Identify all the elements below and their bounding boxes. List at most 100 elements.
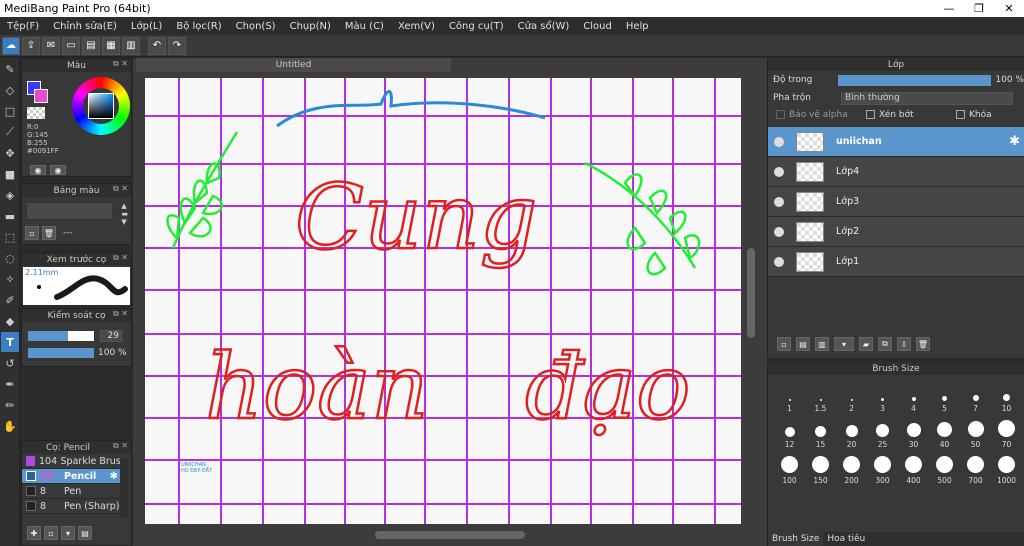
color-wheel[interactable] <box>72 77 130 135</box>
folder-icon[interactable]: ▰ <box>859 337 873 351</box>
menu-tools[interactable]: Công cụ(T) <box>442 21 511 32</box>
brush-list-scrollbar[interactable] <box>120 458 128 518</box>
brush-settings-icon[interactable]: ▤ <box>78 526 92 540</box>
brush-opacity-slider[interactable] <box>28 348 94 358</box>
new-layer-icon[interactable]: ▫ <box>777 337 791 351</box>
brush-item-sparkle[interactable]: 104 Sparkle Brush <box>22 454 120 469</box>
brush-size-option[interactable]: 5 <box>929 379 960 415</box>
select-pen-tool-icon[interactable]: ✐ <box>1 290 19 310</box>
magic-wand-tool-icon[interactable]: ✧ <box>1 269 19 289</box>
brush-size-option[interactable]: 10 <box>991 379 1022 415</box>
page-icon[interactable]: ▤ <box>82 36 100 55</box>
brush-size-option[interactable]: 20 <box>836 415 867 451</box>
brush-size-slider[interactable] <box>28 331 94 341</box>
add-brush-icon[interactable]: ✚ <box>27 526 41 540</box>
drawing-canvas[interactable]: Cung hoàn đạo UNIICHAN HỌ ĐẸP ĐẤT <box>145 78 741 524</box>
new-8bit-layer-icon[interactable]: ▥ <box>815 337 829 351</box>
grid-icon[interactable]: ▥ <box>122 36 140 55</box>
eraser-tool-icon[interactable]: ◇ <box>1 80 19 100</box>
vertical-scrollbar[interactable] <box>745 78 757 524</box>
rectangle-tool-icon[interactable]: □ <box>1 101 19 121</box>
color-wheel-mode-icon[interactable]: ◉ <box>30 165 46 175</box>
brush-size-option[interactable]: 70 <box>991 415 1022 451</box>
menu-cloud[interactable]: Cloud <box>576 21 619 32</box>
close-button[interactable]: ✕ <box>994 0 1024 17</box>
lasso-tool-icon[interactable]: ◌ <box>1 248 19 268</box>
brush-size-option[interactable]: 1 <box>774 379 805 415</box>
layer-row[interactable]: Lớp3 <box>768 187 1024 217</box>
brush-size-option[interactable]: 100 <box>774 451 805 487</box>
eyedropper-tool-icon[interactable]: ✒ <box>1 374 19 394</box>
menu-layer[interactable]: Lớp(L) <box>124 21 169 32</box>
brush-size-option[interactable]: 1.5 <box>805 379 836 415</box>
eye-icon[interactable] <box>774 196 784 207</box>
line-tool-icon[interactable]: ⟋ <box>1 122 19 142</box>
add-palette-icon[interactable]: ▫ <box>25 226 39 240</box>
background-color-swatch[interactable] <box>34 89 48 103</box>
menu-select[interactable]: Chọn(S) <box>229 21 283 32</box>
pen-tool-icon[interactable]: ✏ <box>1 395 19 415</box>
layer-opacity-slider[interactable] <box>838 74 992 86</box>
menu-color[interactable]: Màu (C) <box>338 21 391 32</box>
restore-button[interactable]: ❐ <box>964 0 994 17</box>
layer-row[interactable]: uniichan ✱ <box>768 127 1024 157</box>
brush-size-option[interactable]: 40 <box>929 415 960 451</box>
tab-hoa-tieu[interactable]: Hoa tiêu <box>823 532 869 546</box>
new-brush-icon[interactable]: ▫ <box>44 526 58 540</box>
chat-icon[interactable]: ▭ <box>62 36 80 55</box>
brush-size-option[interactable]: 150 <box>805 451 836 487</box>
panel-close-icon[interactable]: ⧉ ✕ <box>113 253 128 263</box>
menu-edit[interactable]: Chỉnh sửa(E) <box>46 21 124 32</box>
menu-help[interactable]: Help <box>619 21 656 32</box>
panel-close-icon[interactable]: ⧉ ✕ <box>113 59 128 69</box>
gear-icon[interactable]: ✱ <box>1009 134 1020 149</box>
brush-size-option[interactable]: 7 <box>960 379 991 415</box>
menu-window[interactable]: Cửa sổ(W) <box>511 21 577 32</box>
eye-icon[interactable] <box>774 256 784 267</box>
brush-size-option[interactable]: 15 <box>805 415 836 451</box>
layer-menu-icon[interactable]: ▾ <box>834 337 854 351</box>
delete-palette-icon[interactable]: 🗑 <box>42 226 56 240</box>
eye-icon[interactable] <box>774 226 784 237</box>
brush-item-pen-sharp[interactable]: 8 Pen (Sharp) <box>22 499 120 514</box>
panel-close-icon[interactable]: ⧉ ✕ <box>113 309 128 319</box>
hand-tool-icon[interactable]: ✋ <box>1 416 19 436</box>
brush-size-value[interactable]: 29 <box>100 330 122 342</box>
brush-size-option[interactable]: 2 <box>836 379 867 415</box>
layer-row[interactable]: Lớp4 <box>768 157 1024 187</box>
menu-file[interactable]: Tệp(F) <box>0 21 46 32</box>
brush-item-pen[interactable]: 8 Pen <box>22 484 120 499</box>
duplicate-layer-icon[interactable]: ⧉ <box>878 337 892 351</box>
menu-view[interactable]: Xem(V) <box>391 21 442 32</box>
brush-tool-icon[interactable]: ✎ <box>1 59 19 79</box>
undo-icon[interactable]: ↶ <box>148 36 166 55</box>
eye-icon[interactable] <box>774 136 784 147</box>
layer-row[interactable]: Lớp2 <box>768 217 1024 247</box>
new-halftone-layer-icon[interactable]: ▤ <box>796 337 810 351</box>
gear-icon[interactable]: ✱ <box>110 471 118 482</box>
select-tool-icon[interactable]: ⬚ <box>1 227 19 247</box>
tab-brush-size[interactable]: Brush Size <box>768 532 824 546</box>
lock-checkbox[interactable]: Khóa <box>956 110 992 120</box>
palette-scroll[interactable]: ▲ ▬ ▼ <box>121 202 128 226</box>
brush-size-option[interactable]: 700 <box>960 451 991 487</box>
select-eraser-tool-icon[interactable]: ◆ <box>1 311 19 331</box>
brush-size-option[interactable]: 300 <box>867 451 898 487</box>
brush-menu-icon[interactable]: ▾ <box>61 526 75 540</box>
panel-close-icon[interactable]: ⧉ ✕ <box>113 441 128 451</box>
panel-close-icon[interactable]: ⧉ ✕ <box>113 184 128 194</box>
brush-size-option[interactable]: 3 <box>867 379 898 415</box>
delete-layer-icon[interactable]: 🗑 <box>916 337 930 351</box>
operation-tool-icon[interactable]: ↺ <box>1 353 19 373</box>
brush-size-option[interactable]: 500 <box>929 451 960 487</box>
text-tool-icon[interactable]: T <box>1 332 19 352</box>
menu-snap[interactable]: Chụp(N) <box>283 21 338 32</box>
upload-icon[interactable]: ⇪ <box>22 36 40 55</box>
brush-size-option[interactable]: 50 <box>960 415 991 451</box>
menu-filter[interactable]: Bộ lọc(R) <box>169 21 228 32</box>
redo-icon[interactable]: ↷ <box>168 36 186 55</box>
protect-alpha-checkbox[interactable]: Bảo vệ alpha <box>776 110 866 120</box>
document-tab[interactable]: Untitled <box>136 58 451 72</box>
eye-icon[interactable] <box>774 166 784 177</box>
comment-icon[interactable]: ✉ <box>42 36 60 55</box>
